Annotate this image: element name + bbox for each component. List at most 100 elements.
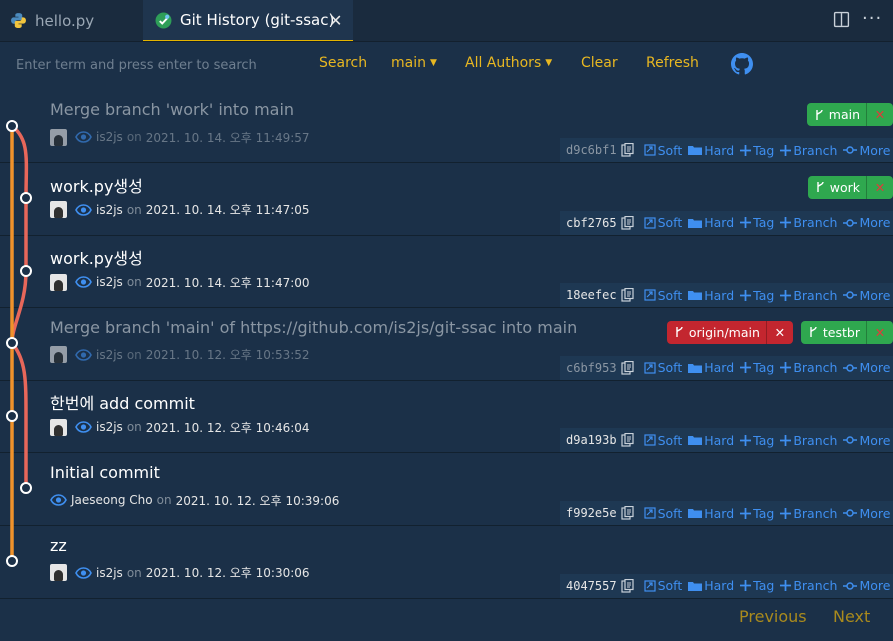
hard-button[interactable]: Hard xyxy=(688,215,734,230)
eye-icon[interactable] xyxy=(75,131,92,143)
commit-message[interactable]: 한번에 add commit xyxy=(50,390,195,414)
hard-button[interactable]: Hard xyxy=(688,506,734,521)
commit-row[interactable]: work.py생성 is2js on 2021. 10. 14. 오후 11:47:0… xyxy=(0,163,893,236)
commit-message[interactable]: Merge branch 'work' into main xyxy=(50,100,294,119)
copy-icon[interactable] xyxy=(620,143,634,157)
more-button[interactable]: More xyxy=(843,143,890,158)
search-input[interactable] xyxy=(14,54,308,76)
github-icon[interactable] xyxy=(731,53,753,79)
hard-button[interactable]: Hard xyxy=(688,360,734,375)
commit-author[interactable]: is2js xyxy=(96,566,123,580)
branch-button[interactable]: Branch xyxy=(780,215,837,230)
ref-badge-label[interactable]: work xyxy=(808,180,866,195)
commit-actions: d9a193b Soft Hard Tag Branch More xyxy=(560,428,893,453)
commit-row[interactable]: 한번에 add commit is2js on 2021. 10. 12. 오후 10… xyxy=(0,380,893,454)
eye-icon[interactable] xyxy=(75,203,92,216)
tag-button[interactable]: Tag xyxy=(740,506,774,521)
delete-ref-icon[interactable]: ✕ xyxy=(866,320,893,344)
eye-icon[interactable] xyxy=(75,566,92,579)
commit-author[interactable]: is2js xyxy=(96,420,123,434)
tab-hello-py[interactable]: hello.py xyxy=(0,0,142,41)
tag-button[interactable]: Tag xyxy=(740,143,774,158)
commit-author[interactable]: is2js xyxy=(96,130,123,144)
more-actions-icon[interactable]: ··· xyxy=(862,8,882,29)
branch-button[interactable]: Branch xyxy=(780,288,837,303)
tag-button[interactable]: Tag xyxy=(740,288,774,303)
branch-button[interactable]: Branch xyxy=(780,143,837,158)
eye-icon[interactable] xyxy=(75,276,92,288)
more-button[interactable]: More xyxy=(843,506,890,521)
soft-button[interactable]: Soft xyxy=(643,506,682,521)
copy-icon[interactable] xyxy=(620,360,634,375)
tag-button[interactable]: Tag xyxy=(740,433,774,448)
commit-author[interactable]: Jaeseong Cho xyxy=(71,493,153,507)
tag-button[interactable]: Tag xyxy=(740,578,774,593)
commit-hash[interactable]: 4047557 xyxy=(566,579,617,593)
copy-icon[interactable] xyxy=(620,506,634,520)
tab-git-history[interactable]: Git History (git-ssac) ✕ xyxy=(143,0,353,41)
copy-icon[interactable] xyxy=(620,215,634,230)
hard-button[interactable]: Hard xyxy=(688,433,734,448)
soft-button[interactable]: Soft xyxy=(643,578,682,593)
clear-button[interactable]: Clear xyxy=(581,55,618,71)
branch-button[interactable]: Branch xyxy=(780,433,837,448)
more-button[interactable]: More xyxy=(843,215,890,230)
commit-hash[interactable]: f992e5e xyxy=(566,506,617,520)
branch-button[interactable]: Branch xyxy=(780,360,837,375)
hard-button[interactable]: Hard xyxy=(688,288,734,303)
commit-hash[interactable]: d9a193b xyxy=(566,433,617,447)
delete-ref-icon[interactable]: ✕ xyxy=(866,175,893,199)
commit-author[interactable]: is2js xyxy=(96,275,123,289)
more-button[interactable]: More xyxy=(843,433,890,448)
commit-message[interactable]: work.py생성 xyxy=(50,173,143,197)
search-button[interactable]: Search xyxy=(319,55,367,71)
branch-button[interactable]: Branch xyxy=(780,578,837,593)
eye-icon[interactable] xyxy=(75,421,92,434)
commit-author[interactable]: is2js xyxy=(96,203,123,217)
soft-button[interactable]: Soft xyxy=(643,143,682,158)
commit-row[interactable]: work.py생성 is2js on 2021. 10. 14. 오후 11:47:0… xyxy=(0,235,893,309)
branch-dropdown[interactable]: main ▼ xyxy=(391,55,437,71)
tag-button[interactable]: Tag xyxy=(740,360,774,375)
copy-icon[interactable] xyxy=(620,288,634,302)
previous-button[interactable]: Previous xyxy=(739,607,807,626)
commit-message[interactable]: Initial commit xyxy=(50,463,160,482)
commit-message[interactable]: zz xyxy=(50,536,67,555)
soft-button[interactable]: Soft xyxy=(643,288,682,303)
commit-row[interactable]: Merge branch 'main' of https://github.co… xyxy=(0,308,893,381)
ref-badge-label[interactable]: testbr xyxy=(801,325,866,340)
commit-hash[interactable]: c6bf953 xyxy=(566,361,617,375)
copy-icon[interactable] xyxy=(620,433,634,447)
commit-message[interactable]: Merge branch 'main' of https://github.co… xyxy=(50,318,577,337)
commit-author[interactable]: is2js xyxy=(96,348,123,362)
split-editor-icon[interactable] xyxy=(833,11,850,32)
commit-row[interactable]: zz is2js on 2021. 10. 12. 오후 10:30:06 404755… xyxy=(0,526,893,599)
eye-icon[interactable] xyxy=(75,348,92,361)
close-icon[interactable]: ✕ xyxy=(329,11,342,30)
commit-row[interactable]: Merge branch 'work' into main is2js on 2021… xyxy=(0,90,893,163)
ref-badge-label[interactable]: main xyxy=(807,107,866,122)
more-button[interactable]: More xyxy=(843,288,890,303)
more-button[interactable]: More xyxy=(843,578,890,593)
soft-button[interactable]: Soft xyxy=(643,215,682,230)
delete-ref-icon[interactable]: ✕ xyxy=(866,103,893,126)
more-button[interactable]: More xyxy=(843,360,890,375)
copy-icon[interactable] xyxy=(620,578,634,593)
commit-row[interactable]: Initial commit Jaeseong Cho on 2021. 10. 12… xyxy=(0,453,893,526)
soft-button[interactable]: Soft xyxy=(643,360,682,375)
authors-dropdown[interactable]: All Authors ▼ xyxy=(465,55,552,71)
eye-icon[interactable] xyxy=(50,494,67,506)
commit-message[interactable]: work.py생성 xyxy=(50,245,143,269)
hard-button[interactable]: Hard xyxy=(688,578,734,593)
tag-button[interactable]: Tag xyxy=(740,215,774,230)
branch-button[interactable]: Branch xyxy=(780,506,837,521)
ref-badge-label[interactable]: origin/main xyxy=(667,325,766,340)
soft-button[interactable]: Soft xyxy=(643,433,682,448)
commit-hash[interactable]: 18eefec xyxy=(566,288,617,302)
delete-ref-icon[interactable]: ✕ xyxy=(765,320,793,344)
hard-button[interactable]: Hard xyxy=(688,143,734,158)
next-button[interactable]: Next xyxy=(833,607,870,626)
refresh-button[interactable]: Refresh xyxy=(646,55,699,71)
commit-hash[interactable]: d9c6bf1 xyxy=(566,143,617,157)
commit-hash[interactable]: cbf2765 xyxy=(566,216,617,230)
